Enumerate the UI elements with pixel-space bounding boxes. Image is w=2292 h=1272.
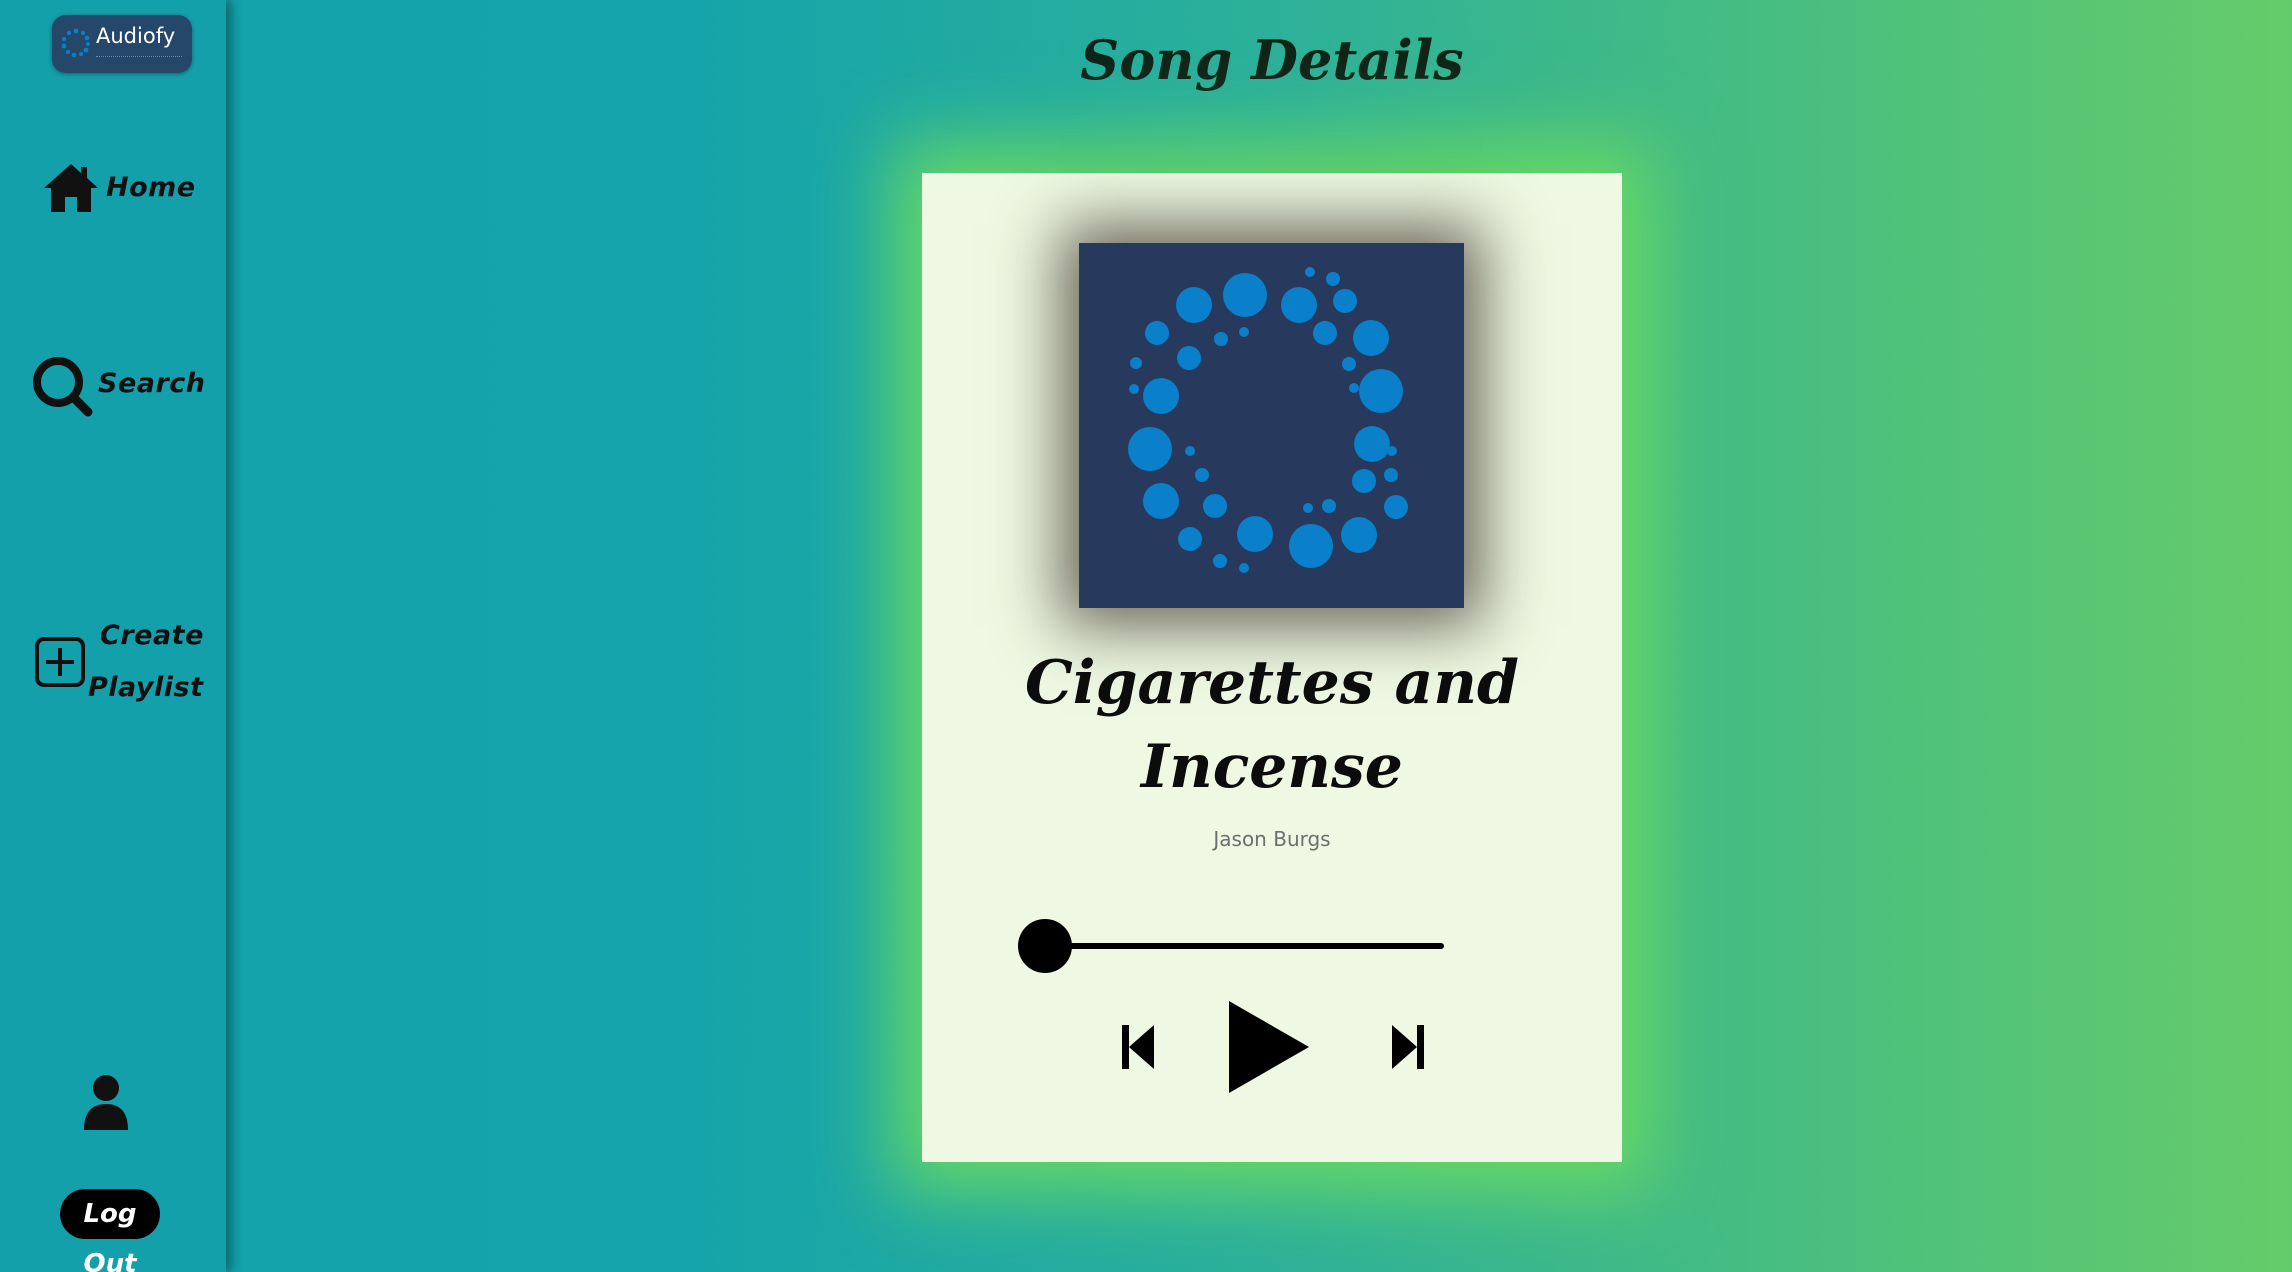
plus-square-icon: [35, 637, 85, 687]
sidebar-item-label: Home: [106, 172, 196, 203]
previous-button[interactable]: [1112, 1019, 1162, 1075]
os-watermark: [2206, 1180, 2212, 1202]
home-icon: [44, 164, 98, 212]
page-title: Song Details: [1080, 28, 1464, 92]
next-button[interactable]: [1384, 1019, 1434, 1075]
user-icon: [84, 1075, 128, 1130]
progress-track[interactable]: [1044, 943, 1444, 949]
sidebar-item-label-line1: Create: [100, 620, 204, 651]
album-cover: [1079, 243, 1464, 608]
logout-button[interactable]: Log Out: [60, 1189, 160, 1272]
artist-name: Jason Burgs: [1213, 827, 1331, 851]
logo-tagline: [96, 56, 182, 60]
app-logo[interactable]: Audiofy: [52, 15, 192, 73]
logo-mark-icon: [61, 28, 90, 58]
sidebar-item-create-playlist[interactable]: Create Playlist: [32, 614, 204, 714]
skip-previous-icon: [1122, 1025, 1154, 1069]
sidebar: Audiofy Home Search Create Playlist Log …: [0, 0, 226, 1272]
logo-text: Audiofy: [96, 24, 176, 48]
song-title-line2: Incense: [1141, 732, 1403, 802]
sidebar-item-label-line2: Playlist: [88, 672, 204, 703]
song-title: Cigarettes and Incense: [982, 641, 1562, 809]
song-title-line1: Cigarettes and: [1025, 648, 1519, 718]
play-button[interactable]: [1224, 997, 1314, 1097]
sidebar-item-home[interactable]: Home: [38, 158, 195, 218]
sidebar-item-label: Search: [98, 368, 206, 399]
sidebar-item-search[interactable]: Search: [32, 354, 205, 417]
progress-slider[interactable]: [1018, 918, 1448, 974]
profile-button[interactable]: [80, 1074, 132, 1132]
play-icon: [1229, 1001, 1309, 1093]
progress-thumb[interactable]: [1018, 919, 1072, 973]
album-art-image: [1128, 267, 1408, 573]
skip-next-icon: [1392, 1025, 1424, 1069]
search-icon: [33, 357, 93, 417]
song-card: Cigarettes and Incense Jason Burgs: [922, 173, 1622, 1162]
